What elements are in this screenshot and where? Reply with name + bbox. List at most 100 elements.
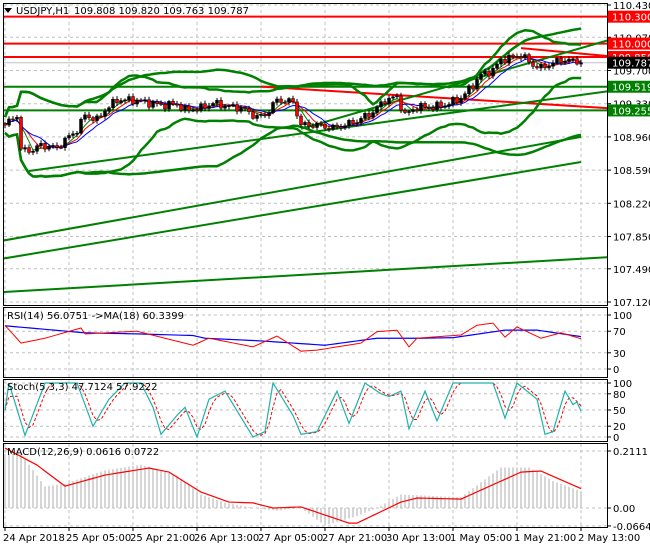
- candle-body: [423, 103, 427, 108]
- candle-body: [283, 102, 287, 104]
- candle[interactable]: [519, 53, 523, 62]
- candle-body: [19, 117, 23, 150]
- candle[interactable]: [403, 107, 407, 115]
- candle[interactable]: [55, 142, 59, 151]
- candle[interactable]: [535, 63, 539, 70]
- candle-body: [75, 133, 79, 135]
- candle-body: [375, 106, 379, 113]
- candle-body: [455, 96, 459, 104]
- candle[interactable]: [79, 117, 83, 135]
- candle[interactable]: [343, 123, 347, 130]
- candle-body: [263, 114, 267, 116]
- candle-body: [487, 70, 491, 77]
- indicator-tick-label: 50: [613, 406, 626, 417]
- time-label: 25 Apr 21:00: [130, 533, 195, 544]
- candle-body: [415, 109, 419, 111]
- price-level-badge: 109.787: [608, 56, 650, 70]
- candle[interactable]: [447, 101, 451, 109]
- candle-body: [31, 150, 35, 153]
- candle-body: [571, 58, 575, 61]
- candle-body: [327, 128, 331, 130]
- candle[interactable]: [255, 113, 259, 122]
- candle[interactable]: [539, 62, 543, 72]
- candle[interactable]: [295, 98, 299, 119]
- candle-body: [187, 105, 191, 111]
- candle[interactable]: [147, 96, 151, 110]
- candle-body: [447, 104, 451, 107]
- candle[interactable]: [551, 60, 555, 70]
- candle[interactable]: [19, 115, 23, 151]
- price-tick-label: 110.430: [613, 1, 650, 12]
- candle[interactable]: [219, 97, 223, 111]
- candle-body: [151, 101, 155, 108]
- candle[interactable]: [87, 111, 91, 121]
- candle-body: [311, 125, 315, 128]
- candle[interactable]: [131, 93, 135, 107]
- candle[interactable]: [95, 113, 99, 124]
- candle[interactable]: [67, 132, 71, 141]
- candle-body: [291, 98, 295, 103]
- candle-body: [575, 58, 579, 65]
- candle[interactable]: [27, 144, 31, 155]
- candle-body: [511, 54, 515, 57]
- candle-body: [359, 118, 363, 123]
- candle[interactable]: [419, 101, 423, 114]
- candle-body: [483, 70, 487, 75]
- candle[interactable]: [271, 100, 275, 115]
- candle-body: [475, 79, 479, 90]
- candle[interactable]: [339, 123, 343, 131]
- candle-body: [27, 147, 31, 153]
- candle-body: [127, 96, 131, 101]
- price-tick-label: 108.960: [613, 133, 650, 144]
- candle[interactable]: [143, 96, 147, 104]
- candle[interactable]: [7, 116, 11, 127]
- candle[interactable]: [155, 99, 159, 107]
- candle-body: [519, 56, 523, 59]
- candle[interactable]: [547, 63, 551, 71]
- candle-body: [183, 105, 187, 111]
- candle-body: [459, 98, 463, 104]
- macd-panel[interactable]: [4, 447, 582, 526]
- candle[interactable]: [23, 144, 27, 153]
- price-tick-label: 107.120: [613, 298, 650, 309]
- trading-chart[interactable]: 24 Apr 2018 25 Apr 05:0025 Apr 21:0026 Ap…: [0, 0, 650, 550]
- candle-body: [379, 101, 383, 108]
- candle[interactable]: [439, 99, 443, 111]
- macd-signal-line: [4, 447, 582, 524]
- candle-body: [407, 111, 411, 113]
- candle-body: [11, 118, 15, 121]
- candle-body: [247, 108, 251, 112]
- candle-body: [499, 58, 503, 65]
- candle[interactable]: [63, 136, 67, 151]
- macd-label: MACD(12,26,9) 0.0616 0.0722: [7, 447, 159, 458]
- price-panel[interactable]: [1, 15, 609, 293]
- candle-body: [255, 115, 259, 119]
- candle-body: [123, 99, 127, 102]
- price-level-badge: 109.255: [608, 104, 650, 117]
- rsi-line: [4, 322, 582, 352]
- candle-body: [355, 122, 359, 125]
- candle[interactable]: [175, 100, 179, 108]
- candle[interactable]: [303, 120, 307, 127]
- rsi-panel[interactable]: [4, 322, 582, 352]
- candle[interactable]: [99, 112, 103, 118]
- candle-body: [167, 101, 171, 110]
- price-level-badge: 109.519: [608, 80, 650, 94]
- candle-body: [335, 124, 339, 128]
- candle[interactable]: [411, 106, 415, 114]
- candle-body: [343, 125, 347, 129]
- time-label: 2 May 13:00: [578, 533, 640, 544]
- candle[interactable]: [83, 111, 87, 123]
- candle-body: [431, 107, 435, 110]
- candle-body: [139, 99, 143, 102]
- candle-body: [463, 93, 467, 99]
- candle[interactable]: [107, 106, 111, 114]
- candle[interactable]: [135, 97, 139, 108]
- candle[interactable]: [187, 103, 191, 114]
- candle-body: [59, 147, 63, 149]
- candle-body: [231, 104, 235, 106]
- candle-body: [387, 97, 391, 105]
- candle[interactable]: [399, 92, 403, 114]
- candle-body: [515, 56, 519, 58]
- candle-body: [235, 104, 239, 112]
